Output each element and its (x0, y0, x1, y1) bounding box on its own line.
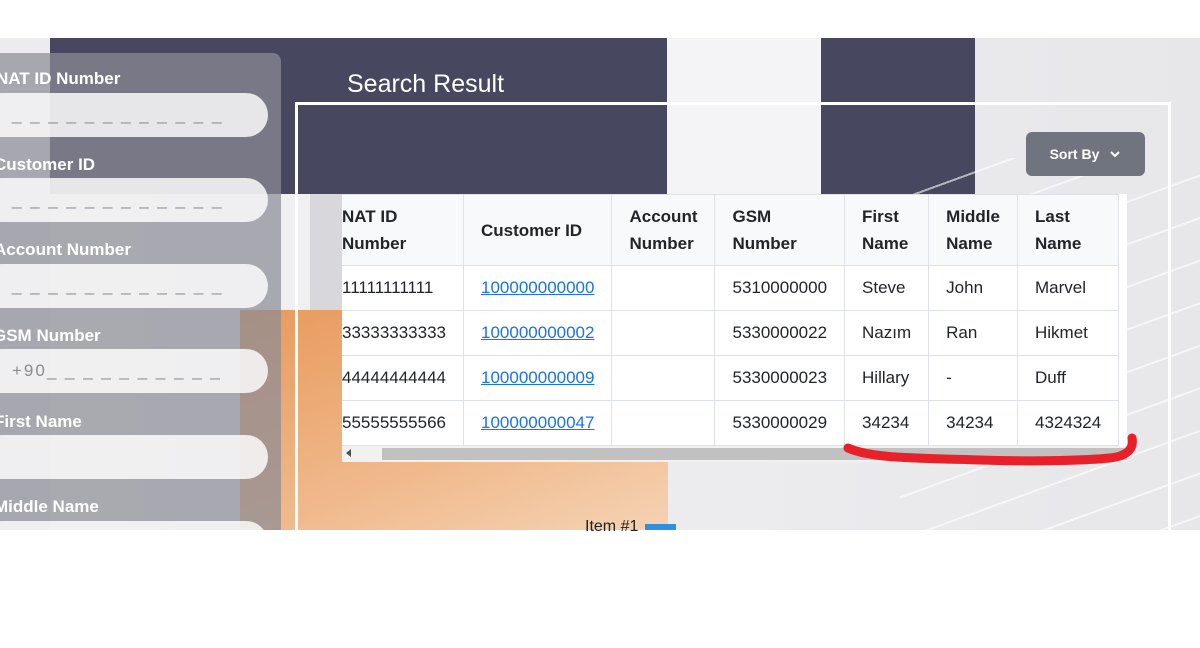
sort-by-button[interactable]: Sort By (1026, 132, 1145, 176)
customer-id-input[interactable]: _ _ _ _ _ _ _ _ _ _ _ _ (0, 178, 268, 222)
customer-id-link[interactable]: 100000000009 (481, 368, 594, 387)
results-table-container: NAT ID Number Customer ID Account Number G… (342, 194, 1127, 462)
sort-by-label: Sort By (1049, 146, 1100, 162)
customer-id-link[interactable]: 100000000000 (481, 278, 594, 297)
chevron-down-icon (1110, 151, 1121, 158)
first-name-input[interactable] (0, 435, 268, 479)
cell-last-name: Duff (1016, 355, 1120, 401)
table-row: 44444444444 100000000009 5330000023 Hill… (342, 355, 1120, 401)
cell-middle-name: Ran (928, 310, 1018, 356)
cell-first-name: Steve (844, 265, 930, 311)
cell-middle-name: John (928, 265, 1018, 311)
cell-nat-id: 11111111111 (342, 265, 465, 311)
cell-first-name: Hillary (844, 355, 930, 401)
account-number-label: Account Number (0, 240, 131, 259)
table-header-row: NAT ID Number Customer ID Account Number G… (342, 194, 1120, 266)
column-header-nat-id[interactable]: NAT ID Number (342, 194, 465, 266)
scroll-left-arrow-icon[interactable] (346, 449, 351, 457)
cell-gsm-number: 5330000029 (714, 400, 846, 446)
cell-gsm-number: 5330000022 (714, 310, 846, 356)
cell-account-number (611, 310, 716, 356)
cell-customer-id: 100000000009 (463, 355, 613, 401)
column-header-gsm-number[interactable]: GSM Number (714, 194, 846, 266)
cell-customer-id: 100000000002 (463, 310, 613, 356)
cell-first-name: Nazım (844, 310, 930, 356)
pagination-item-label: Item #1 (585, 518, 639, 535)
column-header-last-name[interactable]: Last Name (1016, 194, 1120, 266)
nat-id-input[interactable]: _ _ _ _ _ _ _ _ _ _ _ _ (0, 93, 268, 137)
column-header-first-name[interactable]: First Name (844, 194, 930, 266)
cell-account-number (611, 400, 716, 446)
cell-last-name: Hikmet (1016, 310, 1120, 356)
search-sidebar: NAT ID Number _ _ _ _ _ _ _ _ _ _ _ _ Cu… (0, 53, 281, 530)
customer-id-link[interactable]: 100000000002 (481, 323, 594, 342)
cell-nat-id: 55555555566 (342, 400, 465, 446)
customer-id-link[interactable]: 100000000047 (481, 413, 594, 432)
results-table: NAT ID Number Customer ID Account Number G… (342, 194, 1120, 446)
cell-customer-id: 100000000047 (463, 400, 613, 446)
column-header-middle-name[interactable]: Middle Name (928, 194, 1018, 266)
first-name-label: First Name (0, 412, 82, 431)
gsm-number-mask: +90_ _ _ _ _ _ _ _ _ _ (12, 361, 222, 380)
nat-id-label: NAT ID Number (0, 69, 121, 88)
cell-last-name: Marvel (1016, 265, 1120, 311)
cell-nat-id: 33333333333 (342, 310, 465, 356)
gsm-number-label: GSM Number (0, 326, 101, 345)
pagination-indicator[interactable] (645, 524, 676, 530)
account-number-mask: _ _ _ _ _ _ _ _ _ _ _ _ (12, 276, 224, 295)
gsm-number-input[interactable]: +90_ _ _ _ _ _ _ _ _ _ (0, 349, 268, 393)
customer-id-label: Customer ID (0, 155, 96, 174)
cell-middle-name: - (928, 355, 1018, 401)
search-result-title: Search Result (347, 70, 505, 98)
customer-id-mask: _ _ _ _ _ _ _ _ _ _ _ _ (12, 190, 224, 209)
account-number-input[interactable]: _ _ _ _ _ _ _ _ _ _ _ _ (0, 264, 268, 308)
middle-name-input[interactable] (0, 521, 268, 530)
column-header-account-number[interactable]: Account Number (611, 194, 716, 266)
nat-id-mask: _ _ _ _ _ _ _ _ _ _ _ _ (12, 105, 224, 124)
column-header-customer-id[interactable]: Customer ID (463, 194, 613, 266)
table-row: 11111111111 100000000000 5310000000 Stev… (342, 265, 1120, 311)
cell-nat-id: 44444444444 (342, 355, 465, 401)
middle-name-label: Middle Name (0, 497, 99, 516)
cell-gsm-number: 5310000000 (714, 265, 846, 311)
cell-account-number (611, 265, 716, 311)
cell-gsm-number: 5330000023 (714, 355, 846, 401)
table-row: 33333333333 100000000002 5330000022 Nazı… (342, 310, 1120, 356)
cell-customer-id: 100000000000 (463, 265, 613, 311)
cell-account-number (611, 355, 716, 401)
red-annotation-underline (843, 433, 1137, 466)
